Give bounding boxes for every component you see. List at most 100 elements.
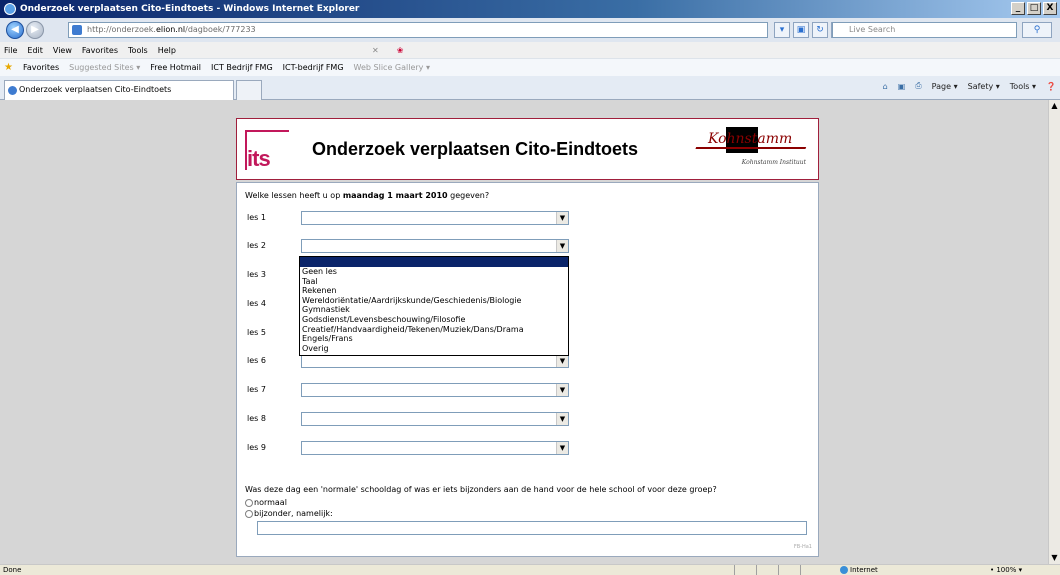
globe-icon [840,566,848,574]
fav-web-slice-gallery[interactable]: Web Slice Gallery ▾ [354,63,430,72]
lesson-label: les 8 [247,414,266,423]
minimize-button[interactable]: _ [1011,2,1025,15]
page-header: its Onderzoek verplaatsen Cito-Eindtoets… [236,118,819,180]
tab-title: Onderzoek verplaatsen Cito-Eindtoets [19,85,172,94]
forward-button[interactable]: ▶ [26,21,44,39]
chevron-down-icon[interactable]: ▼ [556,442,568,454]
lesson-label: les 1 [247,213,266,222]
radio-normaal[interactable]: normaal [245,498,287,507]
page-icon [72,25,82,35]
help-icon[interactable]: ❓ [1046,82,1056,91]
lesson-dropdown-list[interactable]: Geen les Taal Rekenen Wereldoriëntatie/A… [299,256,569,356]
lesson-row-8: les 8 ▼ [247,412,577,426]
fav-ict-bedrijf[interactable]: ICT Bedrijf FMG [211,63,273,72]
chevron-down-icon[interactable]: ▼ [556,212,568,224]
fav-suggested-sites[interactable]: Suggested Sites ▾ [69,63,140,72]
chevron-down-icon[interactable]: ▼ [556,355,568,367]
dropdown-option[interactable]: Taal [300,277,568,287]
back-button[interactable]: ◀ [6,21,24,39]
lesson-select-8[interactable]: ▼ [301,412,569,426]
dropdown-option[interactable]: Overig [300,344,568,354]
dropdown-option[interactable]: Gymnastiek [300,305,568,315]
lesson-label: les 7 [247,385,266,394]
tab-current[interactable]: Onderzoek verplaatsen Cito-Eindtoets [4,80,234,100]
window-title: Onderzoek verplaatsen Cito-Eindtoets - W… [20,4,360,14]
lesson-row-9: les 9 ▼ [247,441,577,455]
fav-free-hotmail[interactable]: Free Hotmail [150,63,201,72]
print-icon[interactable]: ⎙ [915,81,921,91]
url-domain: elion.nl [155,25,186,34]
lesson-row-7: les 7 ▼ [247,383,577,397]
menu-tools[interactable]: Tools [128,46,148,55]
lesson-row-6: les 6 ▼ [247,354,577,368]
menu-file[interactable]: File [4,46,17,55]
lesson-select-6[interactable]: ▼ [301,354,569,368]
url-prefix: http://onderzoek. [87,25,156,34]
maximize-button[interactable]: □ [1027,2,1041,15]
survey-form: Welke lessen heeft u op maandag 1 maart … [236,182,819,557]
new-tab-button[interactable] [236,80,262,100]
favorites-star-icon[interactable]: ★ [4,62,13,73]
dropdown-option[interactable]: Godsdienst/Levensbeschouwing/Filosofie [300,315,568,325]
lesson-label: les 2 [247,241,266,250]
dropdown-option[interactable]: Creatief/Handvaardigheid/Tekenen/Muziek/… [300,325,568,335]
status-cells [734,565,822,575]
address-bar[interactable]: http://onderzoek.elion.nl/dagboek/777233 [68,22,768,38]
radio-bijzonder[interactable]: bijzonder, namelijk: [245,509,333,518]
close-toolbar-icon[interactable]: ✕ [372,46,379,55]
page-menu[interactable]: Page ▾ [932,82,958,91]
chevron-down-icon[interactable]: ▼ [556,384,568,396]
dropdown-option[interactable]: Rekenen [300,286,568,296]
compatibility-icon[interactable]: ▣ [793,22,809,38]
radio-button[interactable] [245,509,253,518]
search-input[interactable]: Live Search [832,22,1017,38]
scroll-down-icon[interactable]: ▼ [1049,552,1060,564]
bijzonder-text-input[interactable] [257,521,807,535]
schoolday-question: Was deze dag een 'normale' schooldag of … [245,485,717,494]
tab-page-icon [8,86,17,95]
command-bar: ⌂ ▣ ⎙ Page ▾ Safety ▾ Tools ▾ ❓ [883,81,1056,91]
lesson-label: les 6 [247,356,266,365]
radio-button[interactable] [245,498,253,507]
dropdown-arrow-icon[interactable]: ▾ [774,22,790,38]
ie-logo-icon [4,3,16,15]
safety-menu[interactable]: Safety ▾ [968,82,1000,91]
refresh-icon[interactable]: ↻ [812,22,828,38]
menu-favorites[interactable]: Favorites [82,46,118,55]
page-title: Onderzoek verplaatsen Cito-Eindtoets [312,139,639,159]
lesson-select-1[interactable]: ▼ [301,211,569,225]
menu-view[interactable]: View [53,46,72,55]
status-bar: Done Internet • 100% ▾ [0,564,1060,575]
security-zone[interactable]: Internet [840,566,878,574]
feeds-icon[interactable]: ▣ [898,82,906,91]
fav-ict-bedrijf-2[interactable]: ICT-bedrijf FMG [283,63,344,72]
page-code: FB-Ha1 [793,544,812,550]
dropdown-option[interactable]: Geen les [300,267,568,277]
menu-help[interactable]: Help [158,46,176,55]
chevron-down-icon[interactable]: ▼ [556,413,568,425]
tab-bar: Onderzoek verplaatsen Cito-Eindtoets ⌂ ▣… [0,76,1060,100]
institute-name: Kohnstamm Instituut [741,159,806,166]
home-icon[interactable]: ⌂ [883,82,888,91]
close-button[interactable]: X [1043,2,1057,15]
lesson-row-2: les 2 ▼ [247,239,577,253]
lesson-select-7[interactable]: ▼ [301,383,569,397]
dropdown-highlight-empty[interactable] [300,257,568,267]
dropdown-option[interactable]: Wereldoriëntatie/Aardrijkskunde/Geschied… [300,296,568,306]
lesson-select-2[interactable]: ▼ [301,239,569,253]
dropdown-option[interactable]: Engels/Frans [300,334,568,344]
addon-icon[interactable]: ❀ [397,46,404,55]
menu-bar: File Edit View Favorites Tools Help ✕ ❀ [0,42,1060,58]
favorites-button[interactable]: Favorites [23,63,59,72]
menu-edit[interactable]: Edit [27,46,43,55]
vertical-scrollbar[interactable]: ▲ ▼ [1048,100,1060,564]
tools-menu[interactable]: Tools ▾ [1010,82,1036,91]
address-toolbar: ◀ ▶ http://onderzoek.elion.nl/dagboek/77… [0,18,1060,42]
chevron-down-icon[interactable]: ▼ [556,240,568,252]
kohnstamm-logo: Kohnstamm Kohnstamm Instituut [695,127,811,173]
zoom-level[interactable]: • 100% ▾ [990,566,1022,574]
lesson-select-9[interactable]: ▼ [301,441,569,455]
scroll-up-icon[interactable]: ▲ [1049,100,1060,112]
search-icon[interactable]: ⚲ [1022,22,1052,38]
url-suffix: /dagboek/777233 [185,25,256,34]
